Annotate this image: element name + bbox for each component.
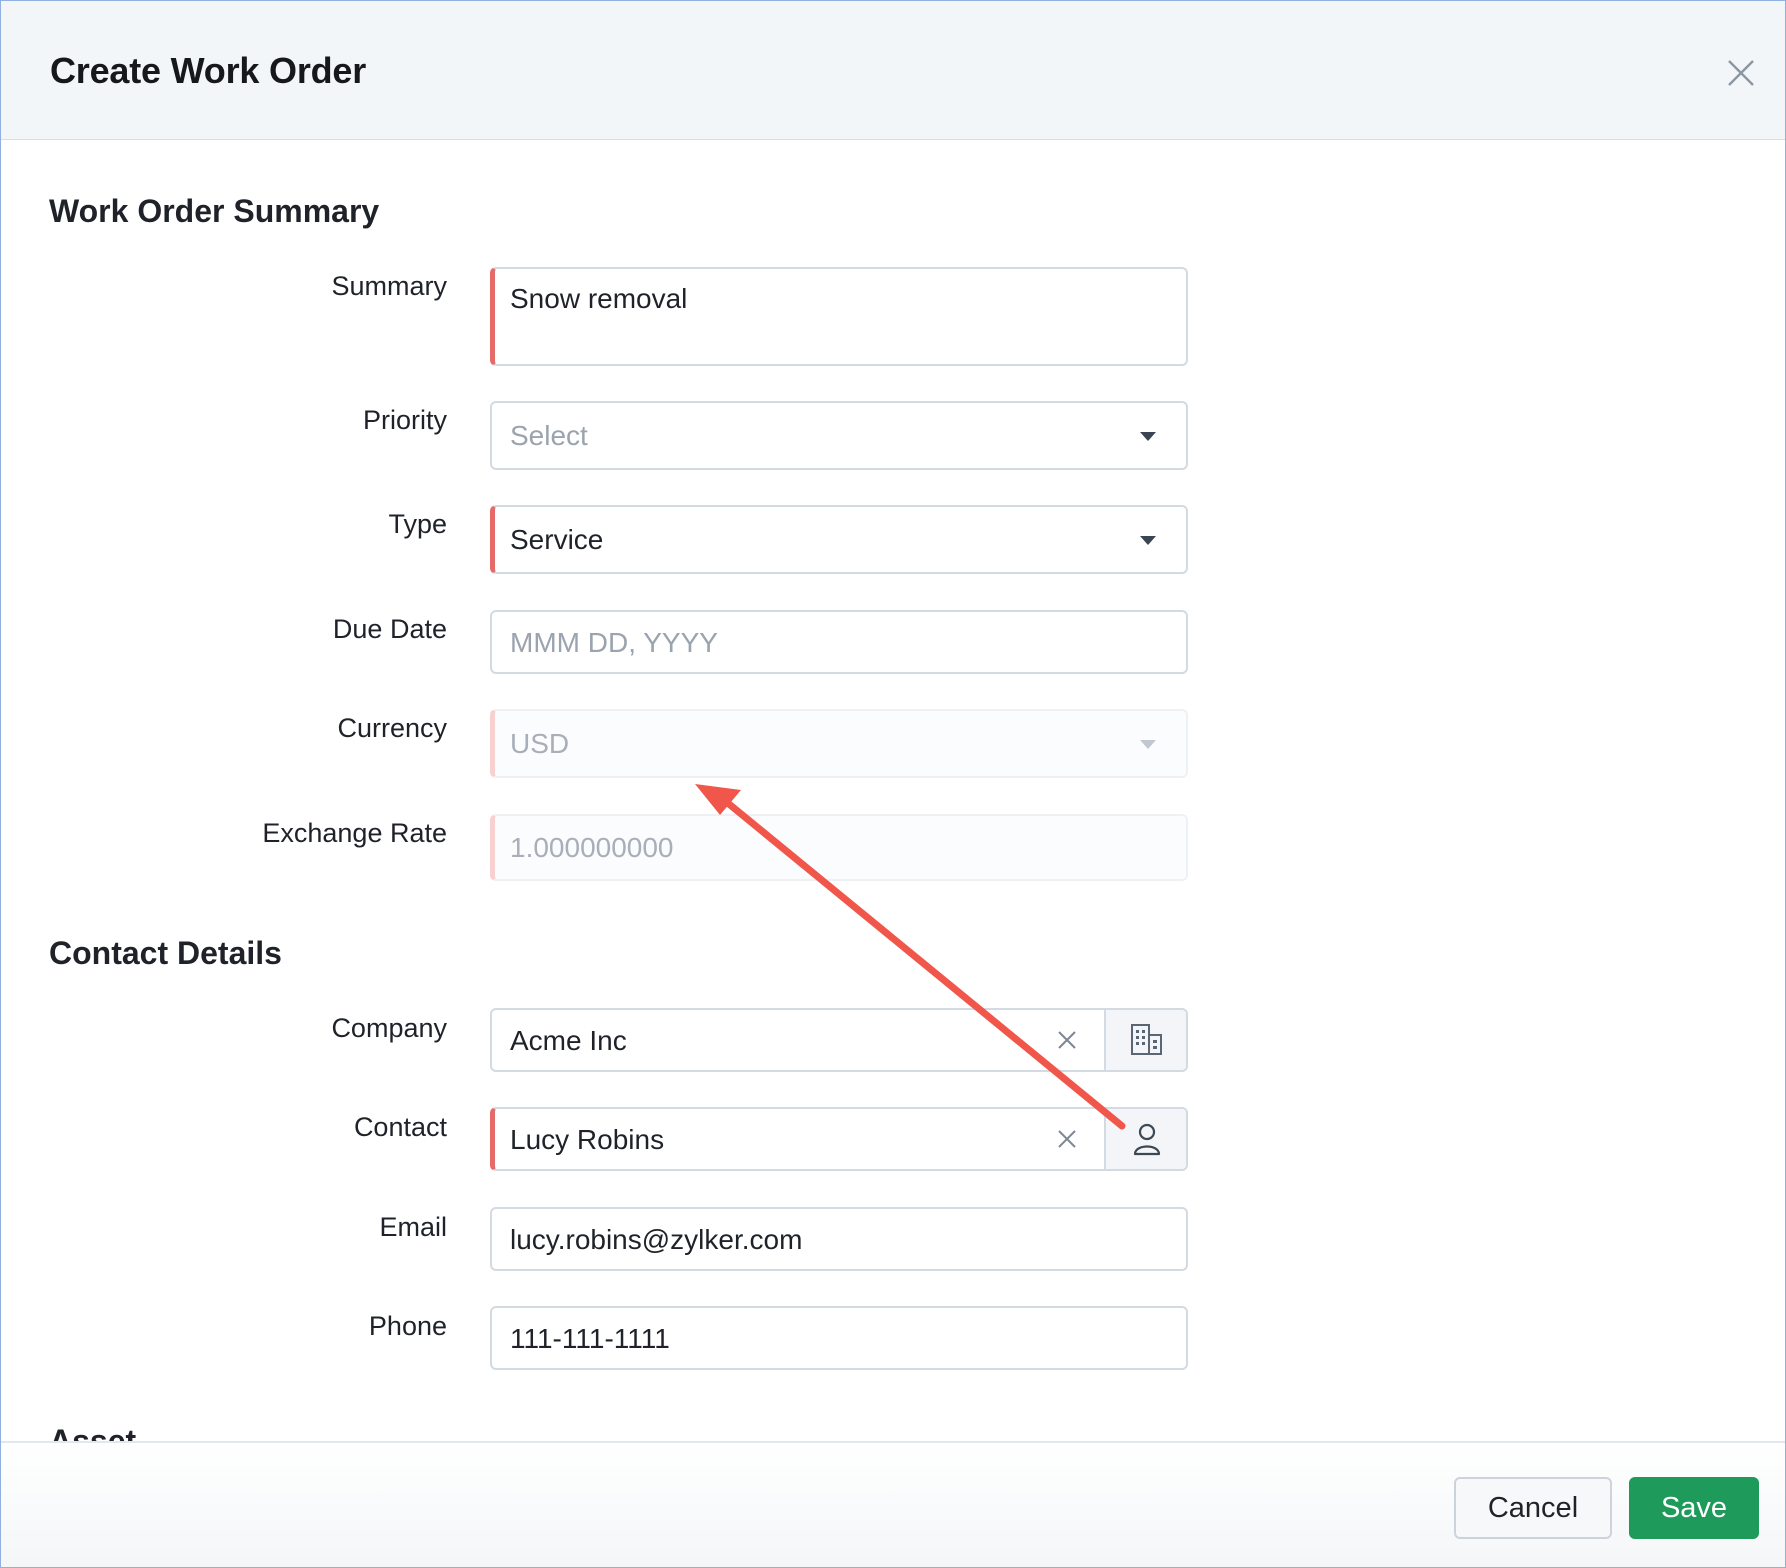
section-title-work-order-summary: Work Order Summary — [49, 193, 380, 229]
building-icon[interactable] — [1128, 1021, 1166, 1059]
company-lookup-field[interactable]: Acme Inc — [490, 1008, 1188, 1072]
phone-label: Phone — [368, 1311, 447, 1341]
phone-input[interactable]: 111-111-1111 — [490, 1306, 1188, 1370]
chevron-down-icon — [1140, 431, 1156, 441]
currency-label: Currency — [337, 713, 447, 743]
company-value: Acme Inc — [510, 1025, 627, 1056]
currency-value: USD — [510, 728, 570, 759]
company-label: Company — [331, 1013, 447, 1043]
email-input[interactable]: lucy.robins@zylker.com — [490, 1207, 1188, 1271]
due-date-placeholder: MMM DD, YYYY — [510, 627, 718, 658]
type-select[interactable]: Service — [490, 505, 1188, 574]
summary-value: Snow removal — [510, 283, 688, 314]
section-title-asset: Asset — [49, 1423, 137, 1441]
cancel-button[interactable]: Cancel — [1454, 1477, 1612, 1539]
exchange-rate-label: Exchange Rate — [262, 818, 447, 848]
exchange-rate-value: 1.000000000 — [510, 832, 674, 863]
contact-lookup-button[interactable] — [1104, 1109, 1186, 1169]
contact-value: Lucy Robins — [510, 1124, 665, 1155]
due-date-input[interactable]: MMM DD, YYYY — [490, 610, 1188, 674]
due-date-label: Due Date — [332, 614, 447, 644]
priority-select[interactable]: Select — [490, 401, 1188, 470]
create-work-order-dialog: Create Work Order Work Order Summary Sum… — [0, 0, 1786, 1568]
dialog-header: Create Work Order — [1, 1, 1785, 140]
summary-field[interactable]: Snow removal — [490, 267, 1188, 366]
dialog-title: Create Work Order — [50, 50, 367, 91]
user-icon[interactable] — [1128, 1120, 1166, 1158]
clear-icon[interactable] — [1056, 1029, 1078, 1051]
contact-lookup-field[interactable]: Lucy Robins — [490, 1107, 1188, 1171]
chevron-down-icon — [1140, 739, 1156, 749]
clear-icon[interactable] — [1056, 1128, 1078, 1150]
email-value: lucy.robins@zylker.com — [510, 1224, 803, 1255]
chevron-down-icon — [1140, 535, 1156, 545]
type-value: Service — [510, 524, 604, 555]
priority-placeholder: Select — [510, 420, 588, 451]
dialog-footer: Cancel Save — [1, 1441, 1785, 1567]
close-icon[interactable] — [1721, 53, 1761, 93]
summary-label: Summary — [331, 271, 447, 301]
company-lookup-button[interactable] — [1104, 1010, 1186, 1070]
section-title-contact-details: Contact Details — [49, 935, 282, 971]
contact-label: Contact — [353, 1112, 447, 1142]
save-button[interactable]: Save — [1629, 1477, 1759, 1539]
currency-select: USD — [490, 709, 1188, 778]
exchange-rate-input: 1.000000000 — [490, 814, 1188, 881]
phone-value: 111-111-1111 — [510, 1323, 670, 1354]
priority-label: Priority — [362, 405, 447, 435]
type-label: Type — [388, 509, 447, 539]
email-label: Email — [379, 1212, 447, 1242]
